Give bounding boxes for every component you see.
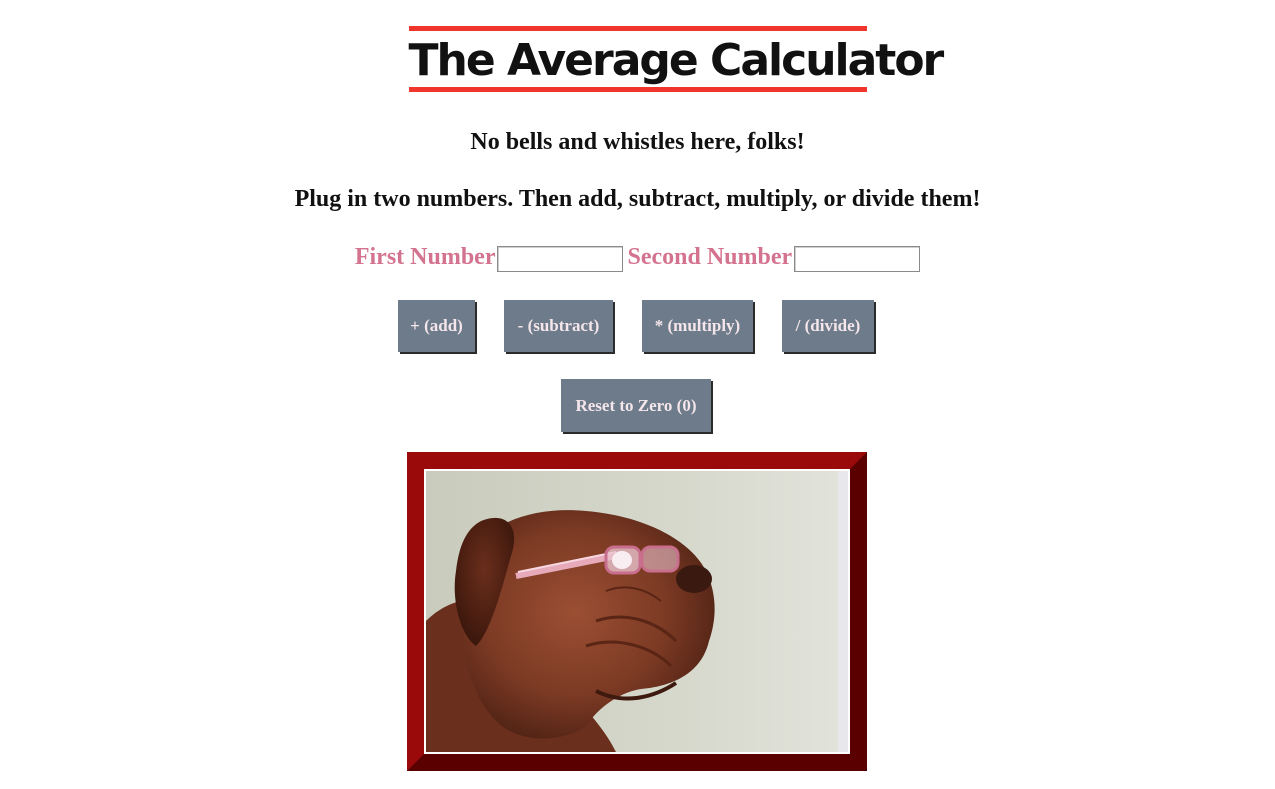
subtract-button[interactable]: - (subtract) [504,300,613,352]
add-button[interactable]: + (add) [398,300,475,352]
subtitle: No bells and whistles here, folks! [470,129,805,155]
first-number-input[interactable] [497,246,624,272]
second-number-label: Second Number [627,243,793,270]
reset-button[interactable]: Reset to Zero (0) [561,379,711,432]
dog-photo-container [424,469,850,754]
picture-frame [407,452,867,771]
first-number-label: First Number [354,243,496,270]
page-title: The Average Calculator [408,26,944,92]
header: The Average Calculator [0,26,1275,92]
calculator-page: The Average Calculator No bells and whis… [0,0,1275,789]
divide-button[interactable]: / (divide) [782,300,874,352]
number-inputs-row: First Number Second Number [0,242,1275,272]
second-number-input[interactable] [794,246,921,272]
dog-with-glasses-image [426,471,848,752]
instructions: Plug in two numbers. Then add, subtract,… [294,186,981,212]
multiply-button[interactable]: * (multiply) [642,300,753,352]
